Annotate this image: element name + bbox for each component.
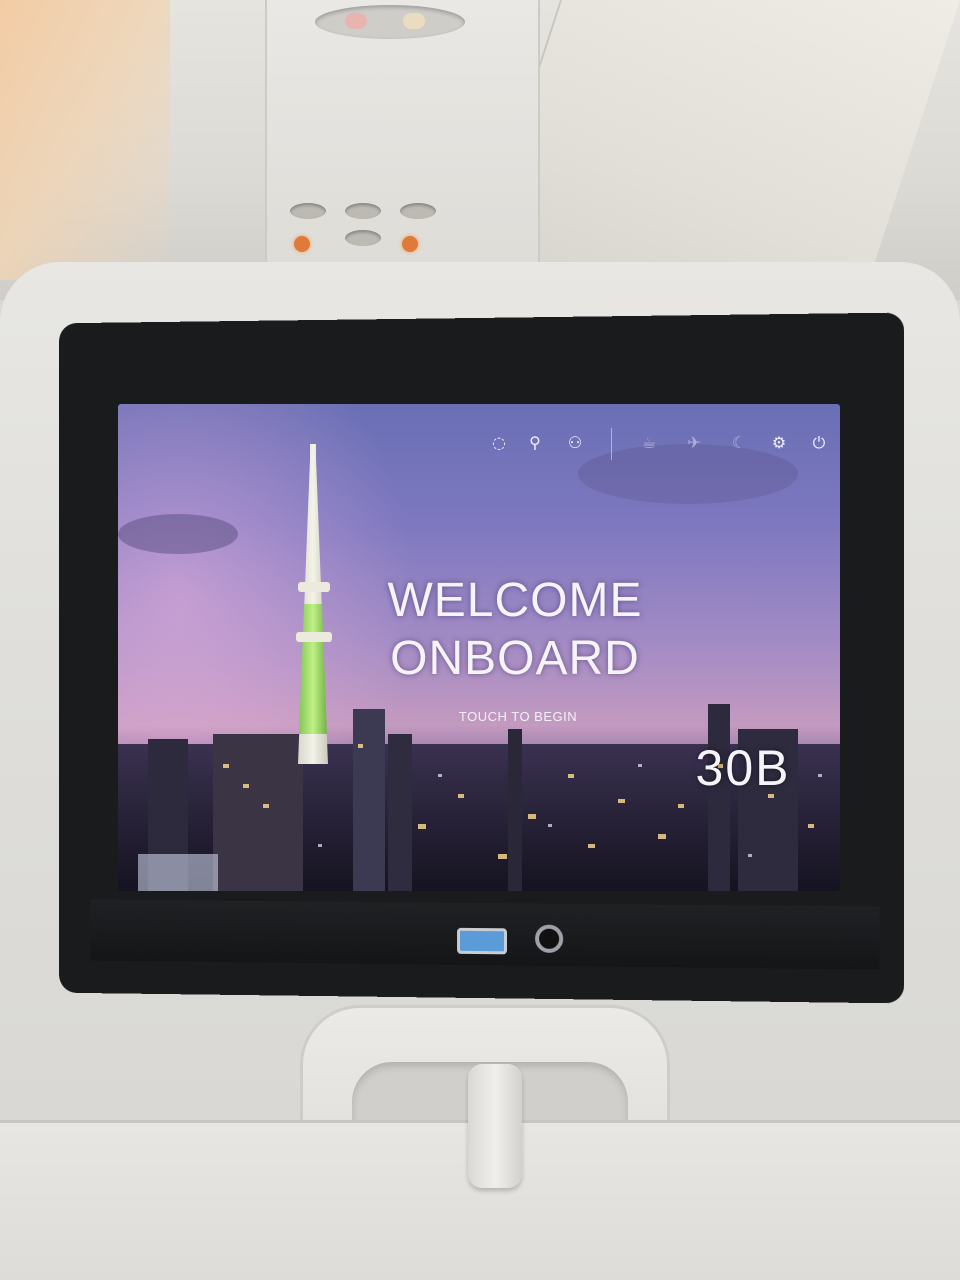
settings-icon[interactable]: ⚙ xyxy=(768,432,790,454)
usb-port[interactable] xyxy=(457,927,507,955)
tray-table-latch[interactable] xyxy=(468,1064,522,1188)
attendant-call-icon[interactable]: ⚲ xyxy=(524,432,546,454)
seatbelt-icon xyxy=(403,13,425,29)
reading-light[interactable] xyxy=(400,203,436,219)
top-toolbar: ◌ ⚲ ⚇ ☕ ✈ ☾ ⚙ ⏻ xyxy=(468,422,828,462)
toolbar-divider xyxy=(611,428,612,460)
headphone-jack[interactable] xyxy=(535,924,564,953)
reading-light[interactable] xyxy=(345,203,381,219)
power-icon[interactable]: ⏻ xyxy=(808,432,830,454)
welcome-heading: WELCOME ONBOARD xyxy=(350,572,680,688)
meal-icon[interactable]: ☕ xyxy=(638,432,660,454)
welcome-line-2: ONBOARD xyxy=(390,632,640,685)
city-skyline xyxy=(118,704,840,891)
moon-icon[interactable]: ☾ xyxy=(728,432,750,454)
tower-observation-deck xyxy=(296,632,332,642)
reading-light[interactable] xyxy=(290,203,326,219)
no-smoking-seatbelt-sign xyxy=(315,5,465,39)
seat-number: 30B xyxy=(695,740,791,796)
ife-screen[interactable]: ◌ ⚲ ⚇ ☕ ✈ ☾ ⚙ ⏻ WELCOME ONBOARD TOUCH TO… xyxy=(118,404,840,891)
no-smoking-icon xyxy=(345,13,367,29)
user-icon[interactable]: ⚇ xyxy=(564,432,586,454)
call-light-icon xyxy=(402,236,418,252)
brightness-icon[interactable]: ◌ xyxy=(488,432,510,454)
window-light-glow xyxy=(0,0,170,280)
cloud xyxy=(118,514,238,554)
air-vent[interactable] xyxy=(345,230,381,246)
flight-map-icon[interactable]: ✈ xyxy=(683,432,705,454)
touch-to-begin-prompt[interactable]: TOUCH TO BEGIN xyxy=(438,709,598,724)
cabin-ceiling xyxy=(0,0,960,300)
passenger-service-unit xyxy=(265,0,540,270)
tower-observation-deck xyxy=(298,582,330,592)
welcome-line-1: WELCOME xyxy=(387,574,643,627)
call-light-icon xyxy=(294,236,310,252)
